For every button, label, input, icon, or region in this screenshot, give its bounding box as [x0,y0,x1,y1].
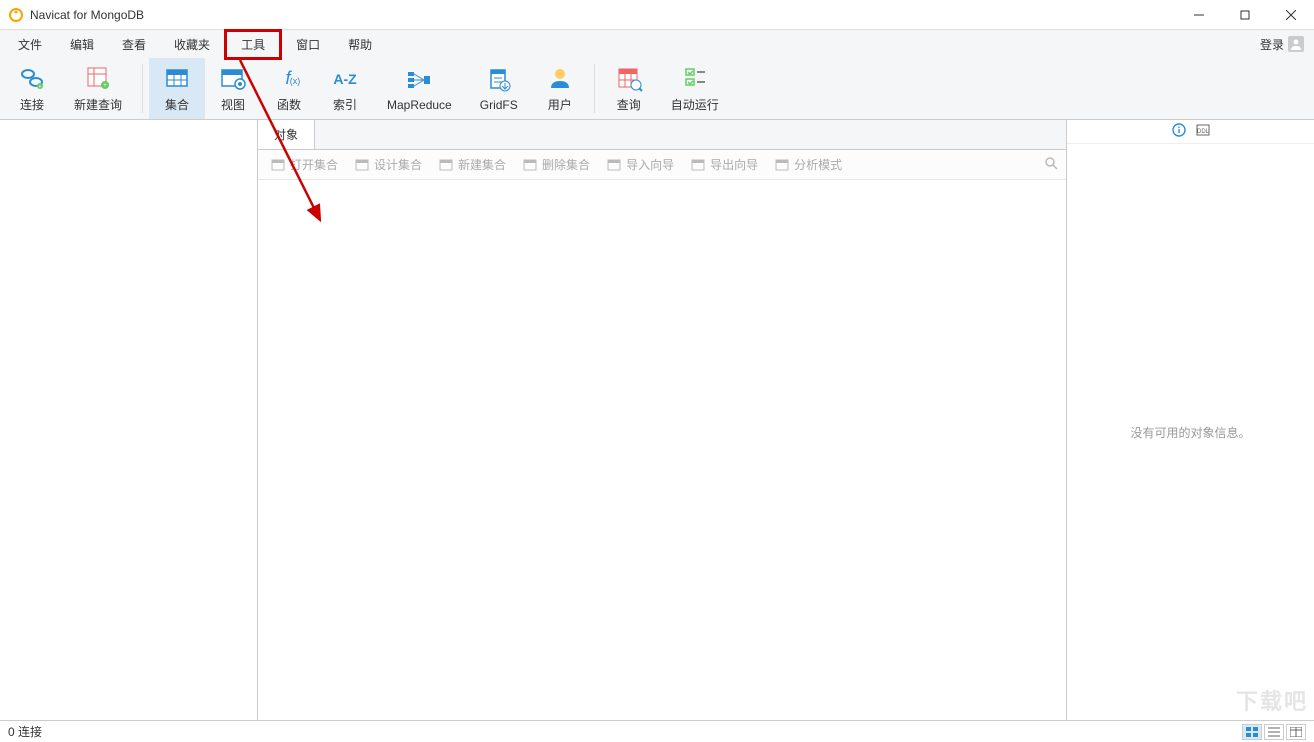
tool-MapReduce[interactable]: MapReduce [373,58,466,119]
view-mode-grid[interactable] [1242,724,1262,740]
svg-text:+: + [103,83,107,89]
tool-函数[interactable]: f(x) 函数 [261,58,317,119]
tool-用户[interactable]: 用户 [532,58,588,119]
svg-text:(x): (x) [290,76,301,86]
tool-自动运行[interactable]: 自动运行 [657,58,733,119]
content-panel: 对象 打开集合设计集合新建集合删除集合导入向导导出向导分析模式 [258,120,1067,720]
minimize-button[interactable] [1176,0,1222,30]
objtool-导出向导[interactable]: 导出向导 [686,154,762,175]
status-text: 0 连接 [8,723,42,740]
object-toolbar: 打开集合设计集合新建集合删除集合导入向导导出向导分析模式 [258,150,1066,180]
svg-text:A-Z: A-Z [333,71,357,87]
tool-label: MapReduce [387,98,452,112]
function-icon: f(x) [275,64,303,92]
maximize-button[interactable] [1222,0,1268,30]
user-icon [546,64,574,92]
info-panel-body: 没有可用的对象信息。 [1067,144,1314,720]
menu-favorites[interactable]: 收藏夹 [160,32,224,57]
new-query-icon: + [84,64,112,92]
navigation-panel[interactable] [0,120,258,720]
mini-table-icon [606,157,622,173]
window-title: Navicat for MongoDB [30,8,1176,22]
info-icon[interactable] [1172,123,1186,140]
connection-icon: + [18,64,46,92]
objtool-删除集合[interactable]: 删除集合 [518,154,594,175]
tool-label: 集合 [165,96,189,113]
avatar-icon [1288,36,1304,52]
info-panel-toolbar: DDL [1067,120,1314,144]
close-button[interactable] [1268,0,1314,30]
tool-label: 用户 [548,96,572,113]
view-mode-list[interactable] [1264,724,1284,740]
main-area: 对象 打开集合设计集合新建集合删除集合导入向导导出向导分析模式 DDL 没有可用… [0,120,1314,720]
object-list[interactable] [258,180,1066,720]
gridfs-icon [485,66,513,94]
tool-label: 视图 [221,96,245,113]
tool-集合[interactable]: 集合 [149,58,205,119]
login-label: 登录 [1260,36,1284,53]
tool-视图[interactable]: 视图 [205,58,261,119]
tool-label: 新建查询 [74,96,122,113]
tool-连接[interactable]: + 连接 [4,58,60,119]
menu-tools[interactable]: 工具 [224,29,282,60]
objtool-设计集合[interactable]: 设计集合 [350,154,426,175]
tool-索引[interactable]: A-Z 索引 [317,58,373,119]
tool-新建查询[interactable]: + 新建查询 [60,58,136,119]
menu-bar: 文件 编辑 查看 收藏夹 工具 窗口 帮助 登录 [0,30,1314,58]
tab-strip [315,120,1066,149]
autorun-icon [681,64,709,92]
menu-view[interactable]: 查看 [108,32,160,57]
tool-label: GridFS [480,98,518,112]
tool-label: 自动运行 [671,96,719,113]
objtool-打开集合[interactable]: 打开集合 [266,154,342,175]
main-toolbar: + 连接 + 新建查询 集合 视图 f(x) 函数 A-Z 索引 MapReduce GridFS 用户… [0,58,1314,120]
info-panel: DDL 没有可用的对象信息。 [1067,120,1314,720]
status-bar: 0 连接 [0,720,1314,742]
objtool-分析模式[interactable]: 分析模式 [770,154,846,175]
mini-table-icon [354,157,370,173]
title-bar: Navicat for MongoDB [0,0,1314,30]
mini-table-icon [522,157,538,173]
view-icon [219,64,247,92]
index-icon: A-Z [331,64,359,92]
view-mode-detail[interactable] [1286,724,1306,740]
search-icon[interactable] [1044,156,1058,173]
login-button[interactable]: 登录 [1254,32,1310,57]
objtool-新建集合[interactable]: 新建集合 [434,154,510,175]
mini-table-icon [690,157,706,173]
menu-window[interactable]: 窗口 [282,32,334,57]
tool-GridFS[interactable]: GridFS [466,58,532,119]
app-logo-icon [8,7,24,23]
mapreduce-icon [405,66,433,94]
tab-objects-label: 对象 [274,126,298,143]
svg-text:DDL: DDL [1196,129,1209,135]
ddl-icon[interactable]: DDL [1196,123,1210,140]
tab-objects[interactable]: 对象 [258,120,315,149]
tool-label: 函数 [277,96,301,113]
tool-label: 索引 [333,96,357,113]
menu-help[interactable]: 帮助 [334,32,386,57]
objtool-导入向导[interactable]: 导入向导 [602,154,678,175]
tool-label: 查询 [617,96,641,113]
tool-label: 连接 [20,96,44,113]
svg-text:+: + [39,84,42,90]
object-tabs: 对象 [258,120,1066,150]
collection-icon [163,64,191,92]
menu-edit[interactable]: 编辑 [56,32,108,57]
mini-table-icon [438,157,454,173]
menu-file[interactable]: 文件 [4,32,56,57]
tool-查询[interactable]: 查询 [601,58,657,119]
info-empty-text: 没有可用的对象信息。 [1130,424,1250,441]
query-icon [615,64,643,92]
mini-table-icon [774,157,790,173]
mini-table-icon [270,157,286,173]
